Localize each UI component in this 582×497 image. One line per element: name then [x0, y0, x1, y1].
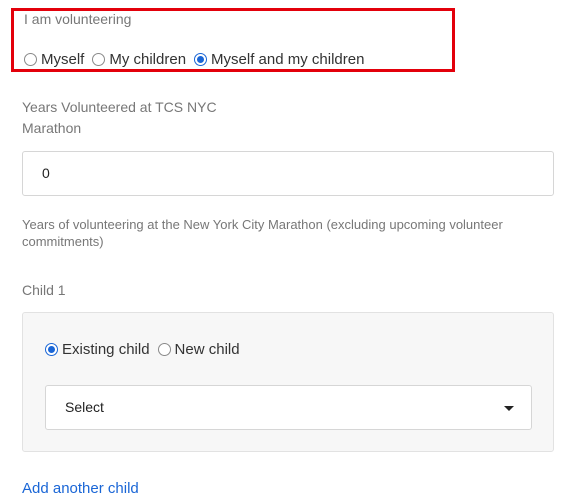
child-1-label: Child 1	[22, 282, 66, 298]
radio-existing-child-label: Existing child	[62, 341, 150, 358]
radio-existing-child[interactable]: Existing child	[45, 341, 150, 358]
years-volunteered-label-line2: Marathon	[22, 120, 82, 136]
child-type-options: Existing child New child	[45, 341, 248, 358]
chevron-down-icon	[504, 406, 514, 411]
radio-myself-and-children-label: Myself and my children	[211, 51, 365, 68]
radio-new-child-label: New child	[174, 341, 240, 358]
child-1-panel: Existing child New child Select	[22, 312, 554, 452]
years-volunteered-label-line1: Years Volunteered at TCS NYC	[22, 99, 217, 115]
years-volunteered-help-text: Years of volunteering at the New York Ci…	[22, 217, 503, 249]
years-volunteered-label: Years Volunteered at TCS NYC Marathon	[22, 97, 282, 139]
radio-my-children-circle[interactable]	[92, 53, 106, 66]
radio-existing-child-circle[interactable]	[45, 343, 58, 356]
radio-myself-label: Myself	[41, 51, 85, 68]
radio-myself-and-children-circle[interactable]	[194, 53, 208, 66]
radio-myself-and-children[interactable]: Myself and my children	[194, 51, 364, 68]
radio-myself[interactable]: Myself	[24, 51, 84, 68]
child-select-dropdown[interactable]: Select	[45, 385, 532, 430]
radio-new-child[interactable]: New child	[157, 341, 240, 358]
volunteering-options: Myself My children Myself and my childre…	[24, 51, 372, 68]
child-select-value: Select	[65, 399, 104, 415]
volunteering-label: I am volunteering	[24, 11, 132, 27]
years-volunteered-input[interactable]: 0	[22, 151, 554, 196]
radio-myself-circle[interactable]	[24, 53, 37, 66]
volunteering-group: I am volunteering Myself My children Mys…	[11, 8, 455, 72]
radio-my-children-label: My children	[109, 51, 187, 68]
radio-new-child-circle[interactable]	[157, 343, 171, 356]
radio-my-children[interactable]: My children	[92, 51, 186, 68]
add-another-child-link[interactable]: Add another child	[22, 481, 139, 497]
